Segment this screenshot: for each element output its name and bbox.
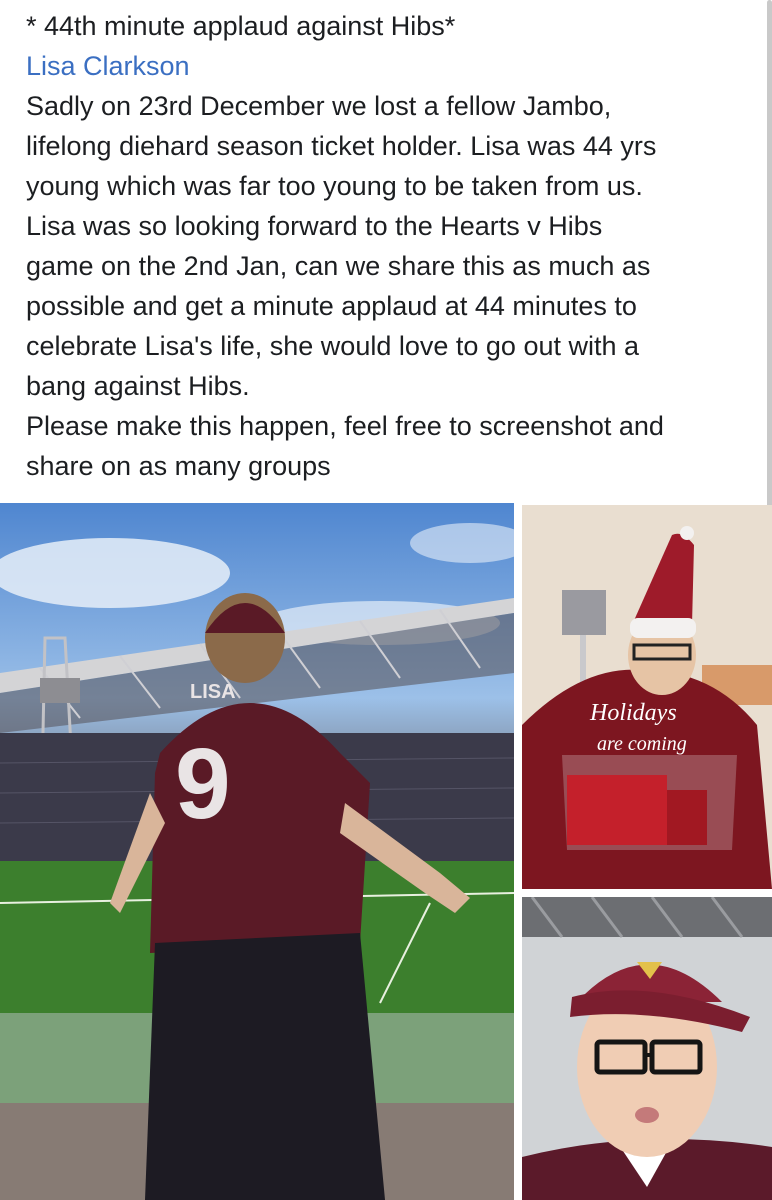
stadium-photo[interactable]: LISA 9 <box>0 503 514 1200</box>
post-text: * 44th minute applaud against Hibs* Lisa… <box>26 6 756 486</box>
body-line: Please make this happen, feel free to sc… <box>26 411 664 441</box>
post-title: * 44th minute applaud against Hibs* <box>26 11 456 41</box>
author-link[interactable]: Lisa Clarkson <box>26 46 756 86</box>
jumper-text-1: Holidays <box>589 700 677 726</box>
body-line: possible and get a minute applaud at 44 … <box>26 291 637 321</box>
body-line: Sadly on 23rd December we lost a fellow … <box>26 91 612 121</box>
jumper-text-2: are coming <box>597 733 687 755</box>
photo-grid: LISA 9 Holidays are coming <box>0 503 772 1200</box>
shirt-name: LISA <box>190 681 236 703</box>
body-line: Lisa was so looking forward to the Heart… <box>26 211 603 241</box>
body-line: celebrate Lisa's life, she would love to… <box>26 331 640 361</box>
body-line: young which was far too young to be take… <box>26 171 643 201</box>
shirt-number: 9 <box>175 728 231 840</box>
body-line: lifelong diehard season ticket holder. L… <box>26 131 657 161</box>
stadium-scene: LISA 9 <box>0 523 514 1200</box>
selfie-scene <box>522 897 772 1200</box>
scrollbar[interactable] <box>767 0 772 548</box>
selfie-photo[interactable] <box>522 897 772 1200</box>
body-line: share on as many groups <box>26 451 331 481</box>
christmas-photo[interactable]: Holidays are coming <box>522 505 772 889</box>
body-line: game on the 2nd Jan, can we share this a… <box>26 251 651 281</box>
christmas-scene: Holidays are coming <box>522 505 772 889</box>
body-line: bang against Hibs. <box>26 371 250 401</box>
